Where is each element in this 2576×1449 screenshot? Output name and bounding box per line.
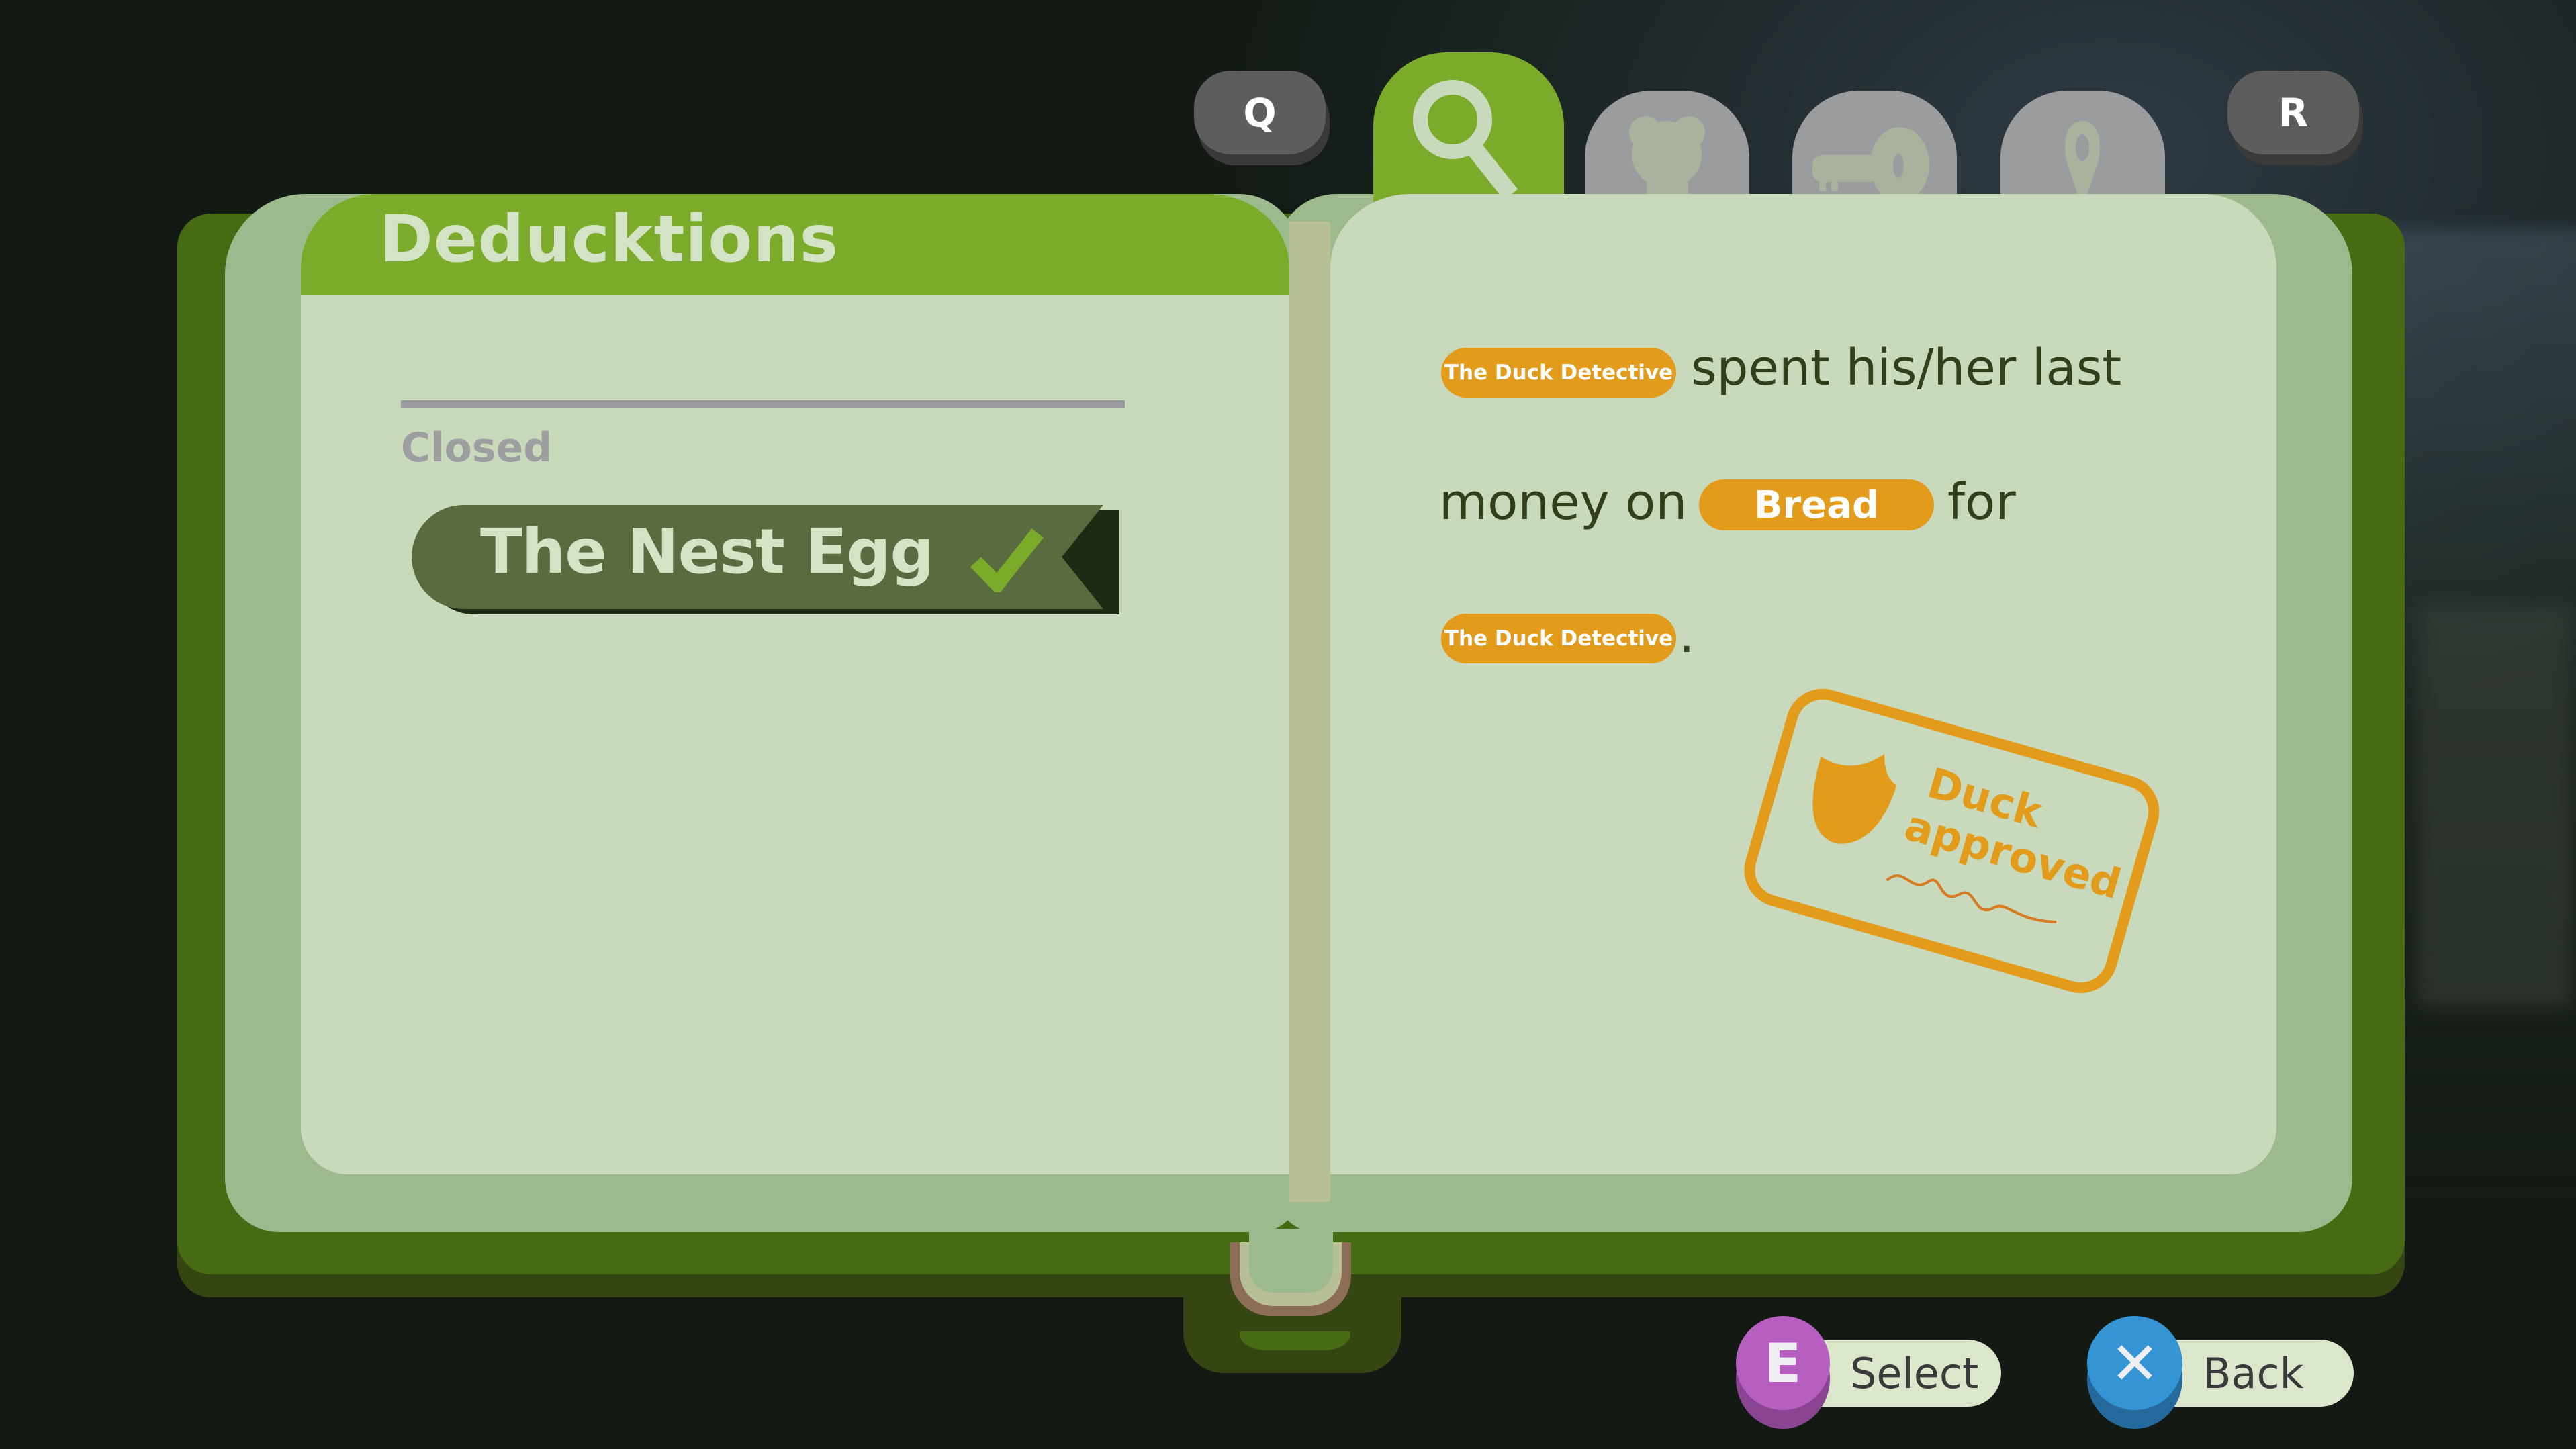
sentence-text-2: money on [1439, 473, 1688, 531]
tab-deductions[interactable] [1373, 52, 1564, 203]
back-prompt[interactable]: Back [2166, 1340, 2354, 1407]
select-key-label: E [1764, 1331, 1802, 1395]
next-tab-key-label: R [2278, 89, 2309, 136]
back-key-label: ✕ [2110, 1328, 2160, 1398]
back-key-icon[interactable]: ✕ [2087, 1316, 2182, 1410]
book-spine-center [1249, 1229, 1333, 1293]
prev-tab-key-label: Q [1243, 89, 1277, 136]
select-key-icon[interactable]: E [1736, 1316, 1830, 1410]
slot-item-label: Bread [1753, 483, 1880, 527]
back-prompt-label: Back [2203, 1348, 2304, 1398]
slot-subject[interactable]: The Duck Detective [1441, 348, 1676, 398]
case-item-label: The Nest Egg [480, 516, 934, 588]
bear-icon [1629, 116, 1705, 205]
magnifier-icon [1413, 80, 1518, 201]
tab-items[interactable] [1792, 91, 1957, 205]
section-divider [401, 400, 1125, 408]
slot-item[interactable]: Bread [1699, 479, 1934, 530]
slot-recipient-label: The Duck Detective [1444, 626, 1673, 651]
left-page [301, 194, 1289, 1174]
book-gutter [1289, 222, 1330, 1202]
select-prompt-label: Select [1850, 1348, 1979, 1398]
prev-tab-key[interactable]: Q [1194, 71, 1326, 154]
checkmark-icon [970, 528, 1044, 592]
sentence-text-1: spent his/her last [1691, 339, 2122, 397]
tab-characters[interactable] [1585, 91, 1749, 205]
tab-locations[interactable] [2000, 91, 2165, 205]
sentence-text-4: . [1679, 606, 1695, 664]
background-scene-object [2418, 604, 2572, 1007]
location-pin-icon [2065, 121, 2100, 205]
section-label-closed: Closed [401, 424, 553, 471]
sentence-text-3: for [1947, 473, 2016, 531]
select-prompt[interactable]: Select [1813, 1340, 2001, 1407]
slot-recipient[interactable]: The Duck Detective [1441, 614, 1676, 663]
slot-subject-label: The Duck Detective [1444, 361, 1673, 385]
page-title: Deducktions [379, 201, 839, 277]
book-clasp-detail [1240, 1331, 1350, 1350]
key-icon [1812, 127, 1929, 202]
next-tab-key[interactable]: R [2227, 71, 2359, 154]
